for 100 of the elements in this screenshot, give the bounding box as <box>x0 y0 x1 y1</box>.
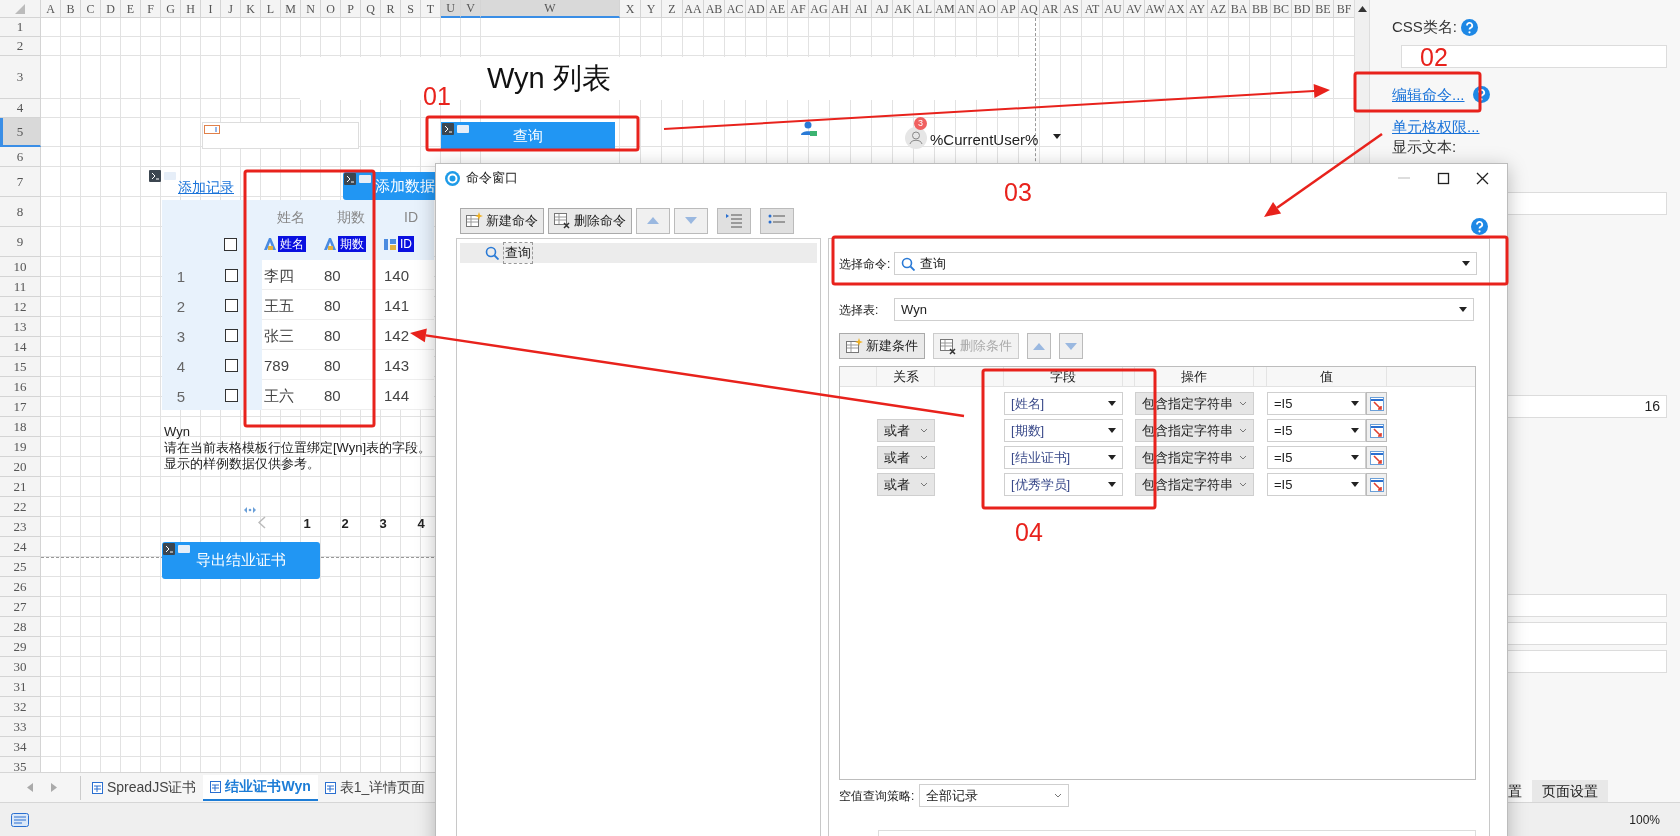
row-header[interactable]: 1 <box>0 18 41 37</box>
row-checkbox[interactable] <box>225 389 238 402</box>
column-header[interactable]: Z <box>662 0 683 18</box>
field-select[interactable]: [期数] <box>1004 419 1123 442</box>
column-header[interactable]: C <box>81 0 101 18</box>
column-header[interactable]: AM <box>935 0 956 18</box>
field-select[interactable]: [姓名] <box>1004 392 1123 415</box>
move-down-button[interactable] <box>1059 333 1083 359</box>
column-header[interactable]: AV <box>1124 0 1145 18</box>
formula-button[interactable] <box>1366 419 1387 442</box>
column-header[interactable]: Q <box>361 0 381 18</box>
row-header[interactable]: 19 <box>0 437 41 457</box>
page-number[interactable]: 2 <box>338 514 352 534</box>
add-record-link[interactable]: 添加记录 <box>178 177 234 198</box>
formula-button[interactable] <box>1366 473 1387 496</box>
select-all-corner-icon[interactable] <box>15 3 25 14</box>
move-up-button[interactable] <box>636 207 670 234</box>
column-header[interactable]: AU <box>1103 0 1124 18</box>
column-header[interactable]: BD <box>1292 0 1313 18</box>
condition-button[interactable]: 新建条件 <box>839 333 925 359</box>
column-header[interactable]: G <box>161 0 181 18</box>
row-header[interactable]: 22 <box>0 497 41 517</box>
row-header[interactable]: 23 <box>0 517 41 537</box>
row-header[interactable]: 12 <box>0 297 41 317</box>
row-header[interactable]: 13 <box>0 317 41 337</box>
row-header[interactable]: 26 <box>0 577 41 597</box>
row-header[interactable]: 15 <box>0 357 41 377</box>
column-header[interactable]: D <box>101 0 121 18</box>
column-header[interactable]: AK <box>893 0 914 18</box>
column-header[interactable]: T <box>421 0 441 18</box>
column-header[interactable]: U <box>441 0 461 18</box>
row-header[interactable]: 33 <box>0 717 41 737</box>
row-header[interactable]: 10 <box>0 257 41 277</box>
column-header[interactable]: BF <box>1334 0 1354 18</box>
row-header[interactable]: 35 <box>0 757 41 772</box>
column-header[interactable]: AP <box>998 0 1019 18</box>
column-header[interactable]: B <box>61 0 81 18</box>
row-header[interactable]: 9 <box>0 227 41 257</box>
column-header[interactable]: AL <box>914 0 935 18</box>
column-header[interactable]: AT <box>1082 0 1103 18</box>
select-all-checkbox[interactable] <box>224 238 237 251</box>
column-header[interactable]: AQ <box>1019 0 1040 18</box>
row-header[interactable]: 4 <box>0 99 41 118</box>
column-header[interactable]: BE <box>1313 0 1334 18</box>
column-header[interactable]: AN <box>956 0 977 18</box>
field-select[interactable]: [优秀学员] <box>1004 473 1123 496</box>
column-header[interactable]: AG <box>809 0 830 18</box>
row-header[interactable]: 25 <box>0 557 41 577</box>
list-view-button[interactable] <box>717 207 751 234</box>
row-header[interactable]: 2 <box>0 37 41 56</box>
column-header[interactable]: AI <box>851 0 872 18</box>
move-up-button[interactable] <box>1027 333 1051 359</box>
column-header[interactable]: K <box>241 0 261 18</box>
row-header[interactable]: 31 <box>0 677 41 697</box>
select-field[interactable]: Wyn <box>894 298 1474 321</box>
column-header[interactable]: A <box>41 0 61 18</box>
column-header[interactable]: BC <box>1271 0 1292 18</box>
column-header[interactable]: BA <box>1229 0 1250 18</box>
list-view-button[interactable] <box>760 207 794 234</box>
column-header[interactable]: H <box>181 0 201 18</box>
row-header[interactable]: 17 <box>0 397 41 417</box>
column-header[interactable]: V <box>461 0 481 18</box>
column-header[interactable]: AB <box>704 0 725 18</box>
panel-tab[interactable]: 页面设置 <box>1532 780 1608 802</box>
column-header[interactable]: E <box>121 0 141 18</box>
toolbar-button[interactable]: 删除命令 <box>548 207 632 234</box>
row-checkbox[interactable] <box>225 269 238 282</box>
relation-select[interactable]: 或者 <box>877 419 935 442</box>
column-header[interactable]: Y <box>641 0 662 18</box>
operation-select[interactable]: 包含指定字符串 <box>1135 392 1254 415</box>
column-header[interactable]: F <box>141 0 161 18</box>
value-select[interactable]: =I5 <box>1267 392 1366 415</box>
column-header[interactable]: X <box>620 0 641 18</box>
sheet-tab[interactable]: SpreadJS证书 <box>85 774 204 801</box>
row-header[interactable]: 29 <box>0 637 41 657</box>
value-select[interactable]: =I5 <box>1267 419 1366 442</box>
column-header[interactable]: AJ <box>872 0 893 18</box>
row-header[interactable]: 18 <box>0 417 41 437</box>
row-header[interactable]: 6 <box>0 147 41 167</box>
row-header[interactable]: 32 <box>0 697 41 717</box>
sheet-tab[interactable]: 表1_详情页面 <box>317 774 433 801</box>
column-header[interactable]: AH <box>830 0 851 18</box>
column-header[interactable]: S <box>401 0 421 18</box>
column-header[interactable]: O <box>321 0 341 18</box>
row-header[interactable]: 34 <box>0 737 41 757</box>
column-header[interactable]: AX <box>1166 0 1187 18</box>
column-header[interactable]: AF <box>788 0 809 18</box>
css-class-field[interactable] <box>1401 44 1667 68</box>
edit-command-link[interactable]: 编辑命令... <box>1392 83 1465 106</box>
row-header[interactable]: 20 <box>0 457 41 477</box>
command-list-item[interactable]: 查询 <box>460 243 817 263</box>
move-down-button[interactable] <box>674 207 708 234</box>
column-header[interactable]: AW <box>1145 0 1166 18</box>
column-header[interactable]: BB <box>1250 0 1271 18</box>
row-header[interactable]: 5 <box>0 118 41 147</box>
row-header[interactable]: 16 <box>0 377 41 397</box>
field-select[interactable]: [结业证书] <box>1004 446 1123 469</box>
column-header[interactable]: I <box>201 0 221 18</box>
page-number[interactable]: 3 <box>376 514 390 534</box>
row-header[interactable]: 30 <box>0 657 41 677</box>
